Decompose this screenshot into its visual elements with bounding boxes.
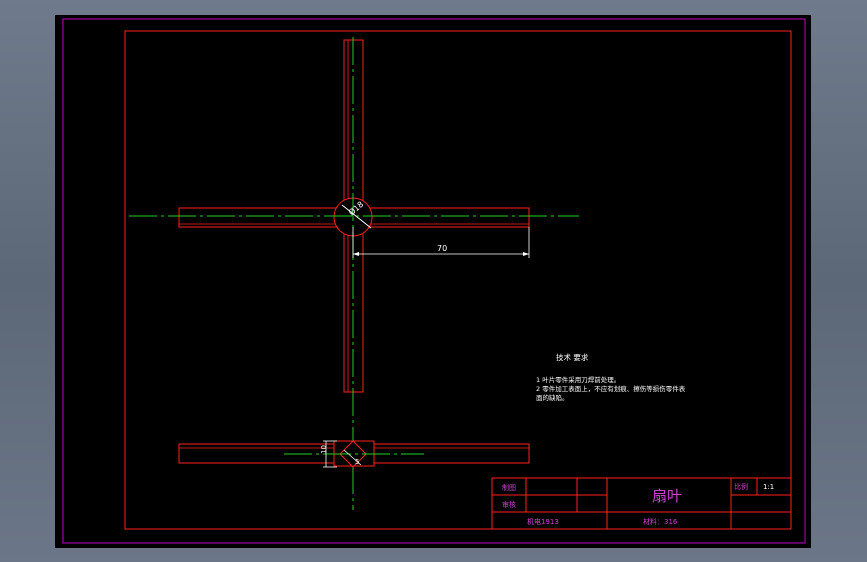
sheet-border bbox=[62, 18, 806, 544]
part-name: 扇叶 bbox=[652, 487, 682, 505]
dim-arrow-left bbox=[353, 252, 359, 256]
notes-line-1: 1 叶片零件采用刀焊前处理。 bbox=[536, 375, 620, 384]
section-width-label: 10 bbox=[320, 445, 328, 454]
material-label: 材料：316 bbox=[643, 517, 678, 526]
notes-heading: 技术 要求 bbox=[556, 352, 589, 362]
section-small-label: 5 bbox=[355, 458, 359, 466]
class-label: 机电1913 bbox=[527, 517, 559, 526]
drawn-by-label: 制图 bbox=[502, 483, 516, 492]
scale-value: 1:1 bbox=[763, 483, 774, 491]
cad-viewport[interactable]: Ø18 70 5 10 技术 要求 1 叶片零件采用刀焊前处理。 2 零件加工表… bbox=[55, 15, 811, 548]
notes-line-2: 2 零件加工表面上，不应有划痕、擦伤等损伤零件表 bbox=[536, 384, 686, 393]
dim-arrow-right bbox=[523, 252, 529, 256]
drawing-canvas: Ø18 70 5 10 技术 要求 1 叶片零件采用刀焊前处理。 2 零件加工表… bbox=[62, 18, 806, 544]
checked-by-label: 审核 bbox=[502, 500, 516, 509]
notes-line-3: 面的缺陷。 bbox=[536, 393, 569, 402]
technical-notes: 技术 要求 1 叶片零件采用刀焊前处理。 2 零件加工表面上，不应有划痕、擦伤等… bbox=[536, 352, 686, 402]
scale-label: 比例 bbox=[734, 482, 748, 491]
drawing-frame bbox=[124, 30, 792, 530]
front-view: Ø18 70 bbox=[129, 37, 579, 510]
side-view: 5 10 bbox=[178, 440, 530, 468]
length-label: 70 bbox=[437, 244, 447, 253]
